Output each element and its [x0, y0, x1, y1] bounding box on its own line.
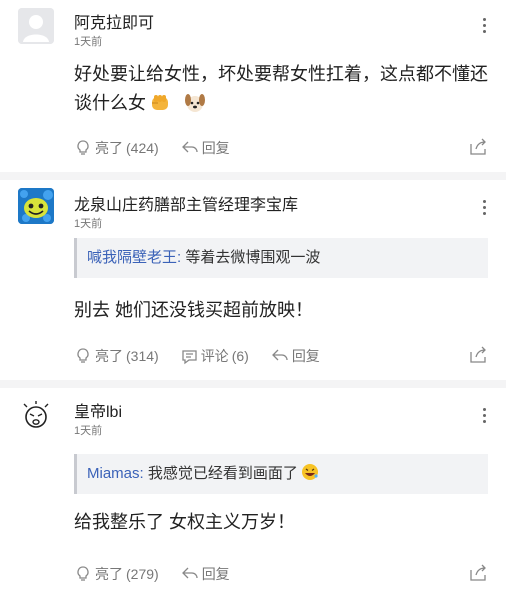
quoted-comment[interactable]: Miamas: 我感觉已经看到画面了	[74, 454, 488, 494]
share-icon[interactable]	[468, 564, 488, 582]
crying-face-avatar-icon	[23, 401, 49, 428]
timestamp: 1天前	[74, 36, 103, 48]
lightbulb-icon	[77, 348, 89, 363]
comment-text-content: 好处要让给女性，坏处要帮女性扛着，这点都不懂还谈什么女	[74, 64, 488, 113]
fist-emoji	[152, 95, 168, 110]
like-label: 亮了	[95, 348, 123, 364]
action-bar: 亮了 (314) 评论 (6) 回复	[74, 344, 488, 368]
like-label: 亮了	[95, 140, 123, 156]
avatar[interactable]	[18, 398, 54, 434]
reply-button[interactable]: 回复	[181, 138, 230, 158]
avatar[interactable]	[18, 8, 54, 44]
quote-username[interactable]: Miamas:	[87, 465, 144, 482]
action-bar: 亮了 (424) 回复	[74, 136, 488, 160]
like-button[interactable]: 亮了 (424)	[74, 138, 159, 158]
comment-text: 别去 她们还没钱买超前放映！	[74, 300, 313, 320]
reply-label: 回复	[201, 566, 230, 582]
timestamp: 1天前	[74, 218, 103, 230]
rofl-emoji	[301, 464, 318, 480]
comment-bubble-icon	[182, 349, 197, 364]
comment-text: 给我整乐了 女权主义万岁！	[74, 512, 295, 532]
username[interactable]: 龙泉山庄药膳部主管经理李宝库	[74, 191, 298, 215]
like-count: (314)	[126, 348, 159, 364]
more-options-icon[interactable]	[482, 200, 486, 215]
lightbulb-icon	[77, 566, 89, 581]
more-options-icon[interactable]	[482, 18, 486, 33]
quoted-comment[interactable]: 喊我隔壁老王: 等着去微博围观一波	[74, 238, 488, 278]
reply-arrow-icon	[181, 141, 198, 153]
reply-arrow-icon	[271, 349, 288, 361]
username[interactable]: 阿克拉即可	[74, 9, 154, 33]
comment-item: 阿克拉即可 1天前 好处要让给女性，坏处要帮女性扛着，这点都不懂还谈什么女 亮了…	[0, 0, 506, 172]
comment-button[interactable]: 评论 (6)	[181, 346, 249, 366]
smiley-avatar-icon	[18, 188, 54, 224]
comment-item: 龙泉山庄药膳部主管经理李宝库 1天前 喊我隔壁老王: 等着去微博围观一波 别去 …	[0, 180, 506, 380]
like-button[interactable]: 亮了 (314)	[74, 346, 159, 366]
like-label: 亮了	[95, 566, 123, 582]
divider	[0, 380, 506, 388]
like-count: (424)	[126, 140, 159, 156]
quote-text: 等着去微博围观一波	[185, 249, 321, 266]
share-icon[interactable]	[468, 138, 488, 156]
lightbulb-icon	[77, 140, 89, 155]
reply-button[interactable]: 回复	[271, 346, 320, 366]
more-options-icon[interactable]	[482, 408, 486, 423]
like-count: (279)	[126, 566, 159, 582]
comment-item: 皇帝lbi 1天前 Miamas: 我感觉已经看到画面了 给我整乐了 女权主义万…	[0, 388, 506, 598]
reply-label: 回复	[201, 140, 230, 156]
quote-text: 我感觉已经看到画面了	[147, 465, 298, 482]
reply-label: 回复	[291, 348, 320, 364]
comment-label: 评论	[200, 348, 229, 364]
share-icon[interactable]	[468, 346, 488, 364]
dog-emoji	[185, 94, 205, 112]
action-bar: 亮了 (279) 回复	[74, 562, 488, 586]
comment-text: 好处要让给女性，坏处要帮女性扛着，这点都不懂还谈什么女	[74, 60, 488, 118]
like-button[interactable]: 亮了 (279)	[74, 564, 159, 584]
quote-username[interactable]: 喊我隔壁老王:	[87, 249, 181, 266]
reply-arrow-icon	[181, 567, 198, 579]
avatar[interactable]	[18, 188, 54, 224]
comment-count: (6)	[231, 348, 249, 364]
username[interactable]: 皇帝lbi	[74, 398, 122, 422]
reply-button[interactable]: 回复	[181, 564, 230, 584]
divider	[0, 172, 506, 180]
timestamp: 1天前	[74, 425, 103, 437]
default-avatar-icon	[18, 8, 54, 44]
